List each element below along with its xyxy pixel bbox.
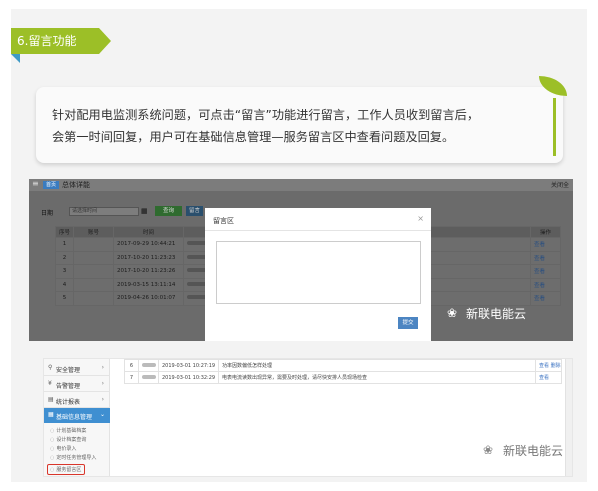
badge-arrow (99, 28, 111, 54)
chevron-right-icon: › (101, 380, 104, 387)
dialog-title: 留言区 (213, 217, 234, 225)
sidebar-item-report[interactable]: ▤ 统计报表 › (44, 393, 110, 408)
submenu-item[interactable]: ◌ 电价录入 (50, 445, 108, 454)
submenu-item[interactable]: ◌ 设计档案查询 (50, 436, 108, 445)
highlight-box (47, 464, 85, 475)
table-row: 6 2019-03-01 10:27:19 功率因数偏低怎样处理 查看 删除 (124, 359, 562, 372)
row-num: 7 (124, 371, 139, 384)
callout-box: 针对配用电监测系统问题，可点击“留言”功能进行留言，工作人员收到留言后， 会第一… (36, 87, 563, 163)
sidebar-item-label: 安全管理 (56, 367, 81, 374)
badge-fold (11, 54, 20, 63)
row-num: 5 (55, 291, 74, 306)
sidebar-item-label: 统计报表 (56, 399, 81, 406)
row-account (73, 250, 114, 265)
service-message-screenshot: ⚲ 安全管理 › ¥ 告警管理 › ▤ 统计报表 › ▦ 基础信息管理 ⌄ ◌ 计… (43, 358, 573, 477)
doc-icon: ◌ (50, 446, 55, 452)
callout-accent-line (553, 98, 556, 156)
doc-icon: ◌ (50, 455, 55, 461)
row-action-link[interactable]: 查看 (530, 264, 561, 279)
row-time: 2017-09-29 10:44:21 (113, 237, 184, 252)
header-time: 时间 (113, 226, 184, 238)
row-action-link[interactable]: 查看 (530, 250, 561, 265)
row-account (73, 237, 114, 252)
row-account (73, 277, 114, 292)
row-account (138, 359, 159, 372)
section-badge: 6.留言功能 (11, 28, 99, 54)
header-action: 操作 (530, 226, 561, 238)
row-num: 2 (55, 250, 74, 265)
row-time: 2019-03-01 10:32:29 (158, 371, 219, 384)
row-time: 2019-03-01 10:27:19 (158, 359, 219, 372)
header-num: 序号 (55, 226, 74, 238)
callout-text: 针对配用电监测系统问题，可点击“留言”功能进行留言，工作人员收到留言后， 会第一… (52, 104, 552, 148)
row-account (138, 371, 159, 384)
row-account (73, 291, 114, 306)
row-action-link[interactable]: 查看 (530, 291, 561, 306)
close-icon[interactable]: × (417, 214, 424, 223)
message-textarea[interactable] (216, 241, 421, 304)
submenu-item[interactable]: ◌ 计划基础档案 (50, 427, 108, 436)
article-panel: 6.留言功能 针对配用电监测系统问题，可点击“留言”功能进行留言，工作人员收到留… (11, 9, 587, 482)
row-account (73, 264, 114, 279)
chevron-down-icon: ⌄ (99, 411, 105, 418)
row-num: 3 (55, 264, 74, 279)
close-all-button[interactable]: 关闭全 (551, 180, 569, 189)
row-time: 2017-10-20 11:23:23 (113, 250, 184, 265)
row-num: 6 (124, 359, 139, 372)
dialog-divider (205, 230, 431, 231)
sidebar-item-label: 基础信息管理 (56, 414, 93, 421)
doc-icon: ◌ (50, 428, 55, 434)
sidebar-item-alarm[interactable]: ¥ 告警管理 › (44, 377, 110, 392)
row-num: 4 (55, 277, 74, 292)
wechat-icon: ❀ (447, 306, 458, 320)
watermark: 新联电能云 (466, 307, 527, 321)
row-actions[interactable]: 查看 (535, 371, 562, 384)
grid-icon: ▦ (48, 411, 54, 418)
top-bar: ≡ 首页 总体详能 关闭全 (29, 179, 573, 191)
sidebar-item-label: 告警管理 (56, 383, 81, 390)
message-button[interactable]: 留言 (186, 206, 203, 216)
row-action-link[interactable]: 查看 (530, 277, 561, 292)
sidebar-item-basic-info[interactable]: ▦ 基础信息管理 ⌄ (44, 408, 110, 423)
hamburger-icon[interactable]: ≡ (32, 179, 39, 188)
header-account: 账号 (73, 226, 114, 238)
page-title: 总体详能 (62, 181, 90, 189)
table-row: 7 2019-03-01 10:32:29 电表电流读数出现异常，需要及时处理，… (124, 371, 562, 384)
row-message: 功率因数偏低怎样处理 (218, 359, 536, 372)
service-message-table: 6 2019-03-01 10:27:19 功率因数偏低怎样处理 查看 删除 7… (124, 359, 562, 384)
chevron-right-icon: › (101, 364, 104, 371)
shield-icon: ⚲ (48, 364, 53, 371)
date-label: 日期 (41, 210, 54, 217)
row-action-link[interactable]: 查看 (530, 237, 561, 252)
row-time: 2019-04-26 10:01:07 (113, 291, 184, 306)
watermark: 新联电能云 (503, 444, 564, 458)
message-dialog: 留言区 × 提交 (205, 208, 431, 341)
query-button[interactable]: 查询 (155, 206, 182, 216)
row-message: 电表电流读数出现异常，需要及时处理，请尽快安排人员现场检查 (218, 371, 536, 384)
doc-icon: ◌ (50, 437, 55, 443)
calendar-icon[interactable]: ▦ (141, 207, 148, 215)
row-actions[interactable]: 查看 删除 (535, 359, 562, 372)
callout-line-1: 针对配用电监测系统问题，可点击“留言”功能进行留言，工作人员收到留言后， (52, 108, 480, 122)
wechat-icon: ❀ (483, 443, 494, 457)
chevron-right-icon: › (101, 396, 104, 403)
row-num: 1 (55, 237, 74, 252)
home-tab[interactable]: 首页 (43, 181, 59, 189)
chart-icon: ▤ (48, 396, 54, 403)
alarm-icon: ¥ (48, 380, 52, 387)
submit-button[interactable]: 提交 (398, 317, 418, 329)
scrollbar[interactable] (565, 359, 572, 476)
callout-line-2: 会第一时间回复，用户可在基础信息管理—服务留言区中查看问题及回复。 (52, 130, 455, 144)
row-time: 2019-03-15 13:11:14 (113, 277, 184, 292)
row-time: 2017-10-20 11:23:26 (113, 264, 184, 279)
sidebar: ⚲ 安全管理 › ¥ 告警管理 › ▤ 统计报表 › ▦ 基础信息管理 ⌄ ◌ 计… (44, 359, 110, 476)
submenu-item[interactable]: ◌ 定时任务管理导入 (50, 454, 108, 463)
date-input[interactable]: 请选择时间 (69, 207, 139, 216)
sidebar-item-safety[interactable]: ⚲ 安全管理 › (44, 361, 110, 376)
